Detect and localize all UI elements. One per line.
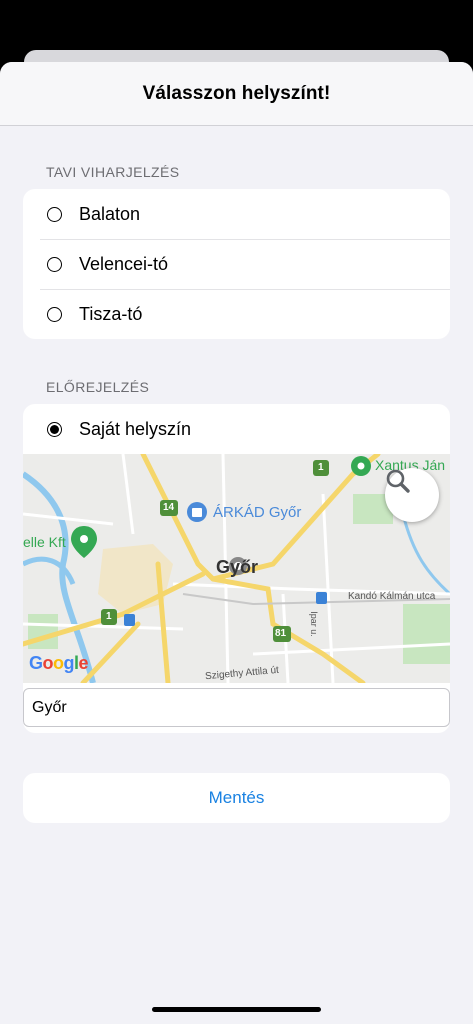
option-label: Tisza-tó xyxy=(79,303,143,324)
location-input[interactable] xyxy=(23,688,450,727)
radio-unchecked-icon xyxy=(47,306,62,322)
save-button[interactable]: Mentés xyxy=(23,773,450,823)
map-label-street: Kandó Kálmán utca xyxy=(348,591,436,602)
option-velencei-to[interactable]: Velencei-tó xyxy=(23,239,450,289)
option-label: Velencei-tó xyxy=(79,253,169,274)
radio-checked-icon xyxy=(47,421,62,437)
map-view[interactable]: 14 1 1 81 ÁRKÁD Győr Győr elle Kft Xantu… xyxy=(23,454,450,683)
option-balaton[interactable]: Balaton xyxy=(23,189,450,239)
card-bottom-padding xyxy=(23,727,450,733)
route-1-label: 1 xyxy=(318,462,324,473)
storm-section-label: TAVI VIHARJELZÉS xyxy=(46,164,180,180)
route-14-label: 14 xyxy=(163,502,175,513)
storm-options-card: Balaton Velencei-tó Tisza-tó xyxy=(23,189,450,339)
sheet-title: Válasszon helyszínt! xyxy=(142,82,331,104)
route-81-label: 81 xyxy=(275,628,287,639)
search-icon xyxy=(386,469,410,493)
option-own-location[interactable]: Saját helyszín xyxy=(23,404,450,454)
map-label-city: Győr xyxy=(216,557,259,577)
sheet-header: Válasszon helyszínt! xyxy=(0,62,473,126)
map-search-button[interactable] xyxy=(385,468,439,522)
radio-unchecked-icon xyxy=(47,206,62,222)
map-label-arkad: ÁRKÁD Győr xyxy=(213,504,302,521)
map-label-street: Ipar u. xyxy=(308,611,319,637)
option-tisza-to[interactable]: Tisza-tó xyxy=(23,289,450,339)
forecast-card: Saját helyszín 14 1 1 81 ÁRKÁD Győr Győr… xyxy=(23,404,450,733)
forecast-section-label: ELŐREJELZÉS xyxy=(46,379,150,395)
radio-unchecked-icon xyxy=(47,256,62,272)
home-indicator xyxy=(152,1007,321,1012)
route-1-label: 1 xyxy=(106,611,112,622)
google-logo: Google xyxy=(29,653,89,673)
option-label: Balaton xyxy=(79,203,141,224)
location-picker-sheet: Válasszon helyszínt! TAVI VIHARJELZÉS Ba… xyxy=(0,62,473,1024)
map-label-business: elle Kft xyxy=(23,534,66,550)
option-label: Saját helyszín xyxy=(79,418,192,439)
